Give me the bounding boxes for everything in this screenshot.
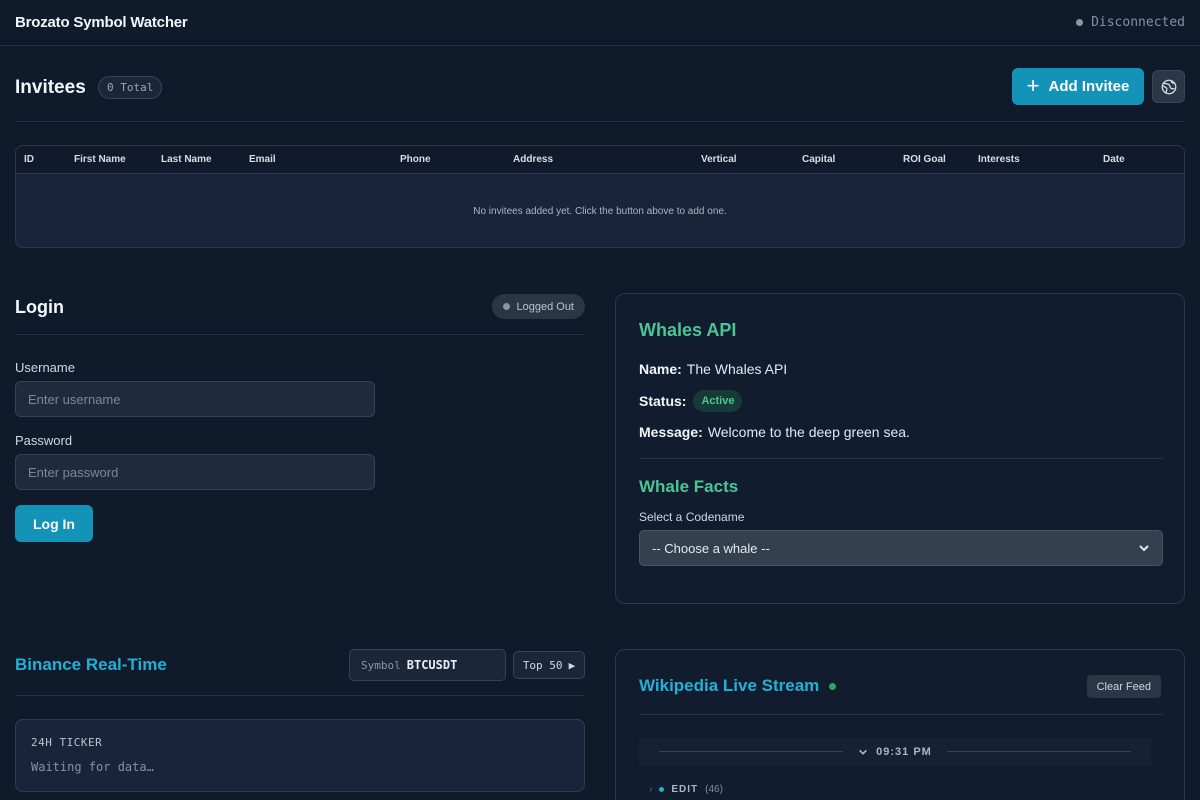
- column-header-roi-goal: ROI Goal: [903, 154, 946, 165]
- column-header-interests: Interests: [978, 154, 1020, 165]
- whales-message-row: Message: Welcome to the deep green sea.: [639, 424, 910, 440]
- top-bar: Brozato Symbol Watcher Disconnected: [0, 0, 1200, 46]
- top-50-label: Top 50: [522, 658, 563, 672]
- wikipedia-title-row: Wikipedia Live Stream: [639, 676, 837, 696]
- whale-facts-title: Whale Facts: [639, 477, 739, 496]
- whales-name-label: Name:: [639, 361, 682, 377]
- live-indicator-icon: [829, 682, 837, 690]
- codename-select-label: Select a Codename: [639, 510, 745, 524]
- event-type: EDIT: [671, 784, 699, 795]
- column-header-vertical: Vertical: [701, 154, 737, 165]
- whales-name-value: The Whales API: [686, 361, 788, 377]
- invitees-title: Invitees: [15, 77, 86, 98]
- plus-icon: +: [1026, 72, 1040, 98]
- time-divider-line: [659, 751, 843, 752]
- status-badge: Active: [693, 390, 743, 412]
- whales-api-title: Whales API: [639, 320, 737, 340]
- time-divider-text: 09:31 PM: [876, 746, 932, 758]
- chevron-right-icon: ›: [649, 784, 653, 795]
- whale-select-value: -- Choose a whale --: [652, 540, 770, 556]
- divider: [639, 458, 1163, 459]
- connection-status: Disconnected: [1076, 15, 1185, 30]
- top-50-button[interactable]: Top 50 ▶: [513, 651, 585, 679]
- connection-status-text: Disconnected: [1091, 15, 1185, 30]
- login-status-text: Logged Out: [516, 300, 575, 313]
- invitees-empty-message: No invitees added yet. Click the button …: [473, 206, 727, 217]
- clear-feed-button[interactable]: Clear Feed: [1086, 675, 1161, 698]
- ticker-panel: 24H TICKER Waiting for data…: [15, 719, 585, 792]
- column-header-date: Date: [1103, 154, 1125, 165]
- wikipedia-title: Wikipedia Live Stream: [639, 676, 820, 695]
- wikipedia-stream-card: Wikipedia Live Stream Clear Feed 09:31 P…: [615, 649, 1185, 800]
- whales-name-row: Name: The Whales API: [639, 361, 787, 377]
- app-title: Brozato Symbol Watcher: [15, 14, 188, 31]
- whales-status-row: Status: Active: [639, 390, 743, 412]
- login-header: Login Logged Out: [15, 292, 585, 335]
- invitees-header: Invitees 0 Total + Add Invitee: [15, 68, 1185, 122]
- ticker-status: Waiting for data…: [31, 760, 154, 774]
- play-icon: ▶: [568, 658, 576, 672]
- password-input[interactable]: [15, 454, 375, 490]
- ticker-label: 24H TICKER: [31, 736, 103, 749]
- stream-event-row[interactable]: › EDIT (46): [649, 784, 723, 795]
- symbol-value: BTCUSDT: [406, 658, 458, 672]
- column-header-id: ID: [24, 154, 34, 165]
- status-dot-icon: [1076, 19, 1084, 26]
- event-dot-icon: [659, 787, 665, 792]
- whale-codename-select[interactable]: -- Choose a whale --: [639, 530, 1163, 566]
- globe-button[interactable]: [1152, 70, 1185, 103]
- chevron-down-icon: [859, 749, 868, 755]
- whales-api-card: Whales API Name: The Whales API Status: …: [615, 293, 1185, 604]
- login-button[interactable]: Log In: [15, 505, 93, 542]
- invitees-table: ID First Name Last Name Email Phone Addr…: [15, 145, 1185, 248]
- username-input[interactable]: [15, 381, 375, 417]
- invitees-total-badge: 0 Total: [98, 76, 163, 99]
- column-header-email: Email: [249, 154, 276, 165]
- time-divider: 09:31 PM: [639, 738, 1151, 766]
- add-invitee-button[interactable]: + Add Invitee: [1012, 68, 1144, 105]
- username-label: Username: [15, 360, 75, 375]
- time-divider-line: [947, 751, 1131, 752]
- whales-message-value: Welcome to the deep green sea.: [707, 424, 910, 440]
- event-count: (46): [705, 784, 723, 795]
- symbol-input[interactable]: Symbol BTCUSDT: [349, 649, 506, 681]
- login-status-badge: Logged Out: [491, 294, 585, 319]
- column-header-capital: Capital: [802, 154, 836, 165]
- add-invitee-label: Add Invitee: [1048, 78, 1130, 95]
- invitees-table-header: ID First Name Last Name Email Phone Addr…: [16, 146, 1184, 174]
- column-header-phone: Phone: [400, 154, 431, 165]
- binance-header: Binance Real-Time Symbol BTCUSDT Top 50 …: [15, 648, 585, 696]
- column-header-address: Address: [513, 154, 554, 165]
- column-header-first-name: First Name: [74, 154, 126, 165]
- column-header-last-name: Last Name: [161, 154, 212, 165]
- login-title: Login: [15, 297, 64, 317]
- time-divider-label: 09:31 PM: [850, 746, 940, 758]
- password-label: Password: [15, 433, 73, 448]
- whales-message-label: Message:: [639, 424, 703, 440]
- divider: [639, 714, 1163, 715]
- globe-icon: [1161, 79, 1176, 94]
- binance-title: Binance Real-Time: [15, 655, 167, 674]
- chevron-down-icon: [1139, 545, 1149, 552]
- symbol-label: Symbol: [361, 658, 401, 672]
- status-dot-icon: [502, 303, 510, 310]
- whales-status-label: Status:: [639, 393, 687, 409]
